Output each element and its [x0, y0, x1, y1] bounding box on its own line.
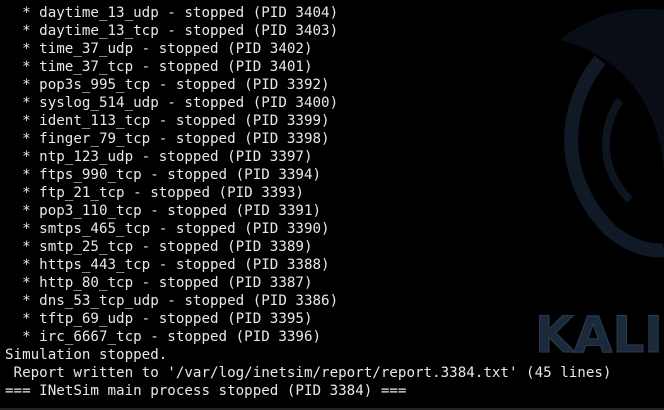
terminal-line: Simulation stopped. — [5, 347, 168, 363]
terminal-line: * time_37_udp - stopped (PID 3402) — [5, 41, 313, 57]
terminal-line: * daytime_13_udp - stopped (PID 3404) — [5, 5, 339, 21]
terminal-line: * ntp_123_udp - stopped (PID 3397) — [5, 149, 313, 165]
terminal-line: * smtps_465_tcp - stopped (PID 3390) — [5, 221, 330, 237]
terminal-line: * daytime_13_tcp - stopped (PID 3403) — [5, 23, 339, 39]
terminal-line: * https_443_tcp - stopped (PID 3388) — [5, 257, 330, 273]
terminal-line: Report written to '/var/log/inetsim/repo… — [5, 365, 612, 381]
terminal-line: * ftps_990_tcp - stopped (PID 3394) — [5, 167, 322, 183]
terminal-line: * ident_113_tcp - stopped (PID 3399) — [5, 113, 330, 129]
terminal-line: * pop3s_995_tcp - stopped (PID 3392) — [5, 77, 330, 93]
terminal-line: * tftp_69_udp - stopped (PID 3395) — [5, 311, 313, 327]
terminal-line: * smtp_25_tcp - stopped (PID 3389) — [5, 239, 313, 255]
terminal-line: * finger_79_tcp - stopped (PID 3398) — [5, 131, 330, 147]
terminal-line: * pop3_110_tcp - stopped (PID 3391) — [5, 203, 322, 219]
terminal-line: * http_80_tcp - stopped (PID 3387) — [5, 275, 313, 291]
terminal-output: * daytime_13_udp - stopped (PID 3404) * … — [5, 4, 611, 400]
terminal-line: * irc_6667_tcp - stopped (PID 3396) — [5, 329, 322, 345]
terminal-line: === INetSim main process stopped (PID 33… — [5, 383, 407, 399]
terminal-line: * time_37_tcp - stopped (PID 3401) — [5, 59, 313, 75]
terminal-line: * syslog_514_udp - stopped (PID 3400) — [5, 95, 339, 111]
terminal-line: * dns_53_tcp_udp - stopped (PID 3386) — [5, 293, 339, 309]
terminal-window[interactable]: KALI * daytime_13_udp - stopped (PID 340… — [0, 0, 664, 410]
terminal-line: * ftp_21_tcp - stopped (PID 3393) — [5, 185, 304, 201]
